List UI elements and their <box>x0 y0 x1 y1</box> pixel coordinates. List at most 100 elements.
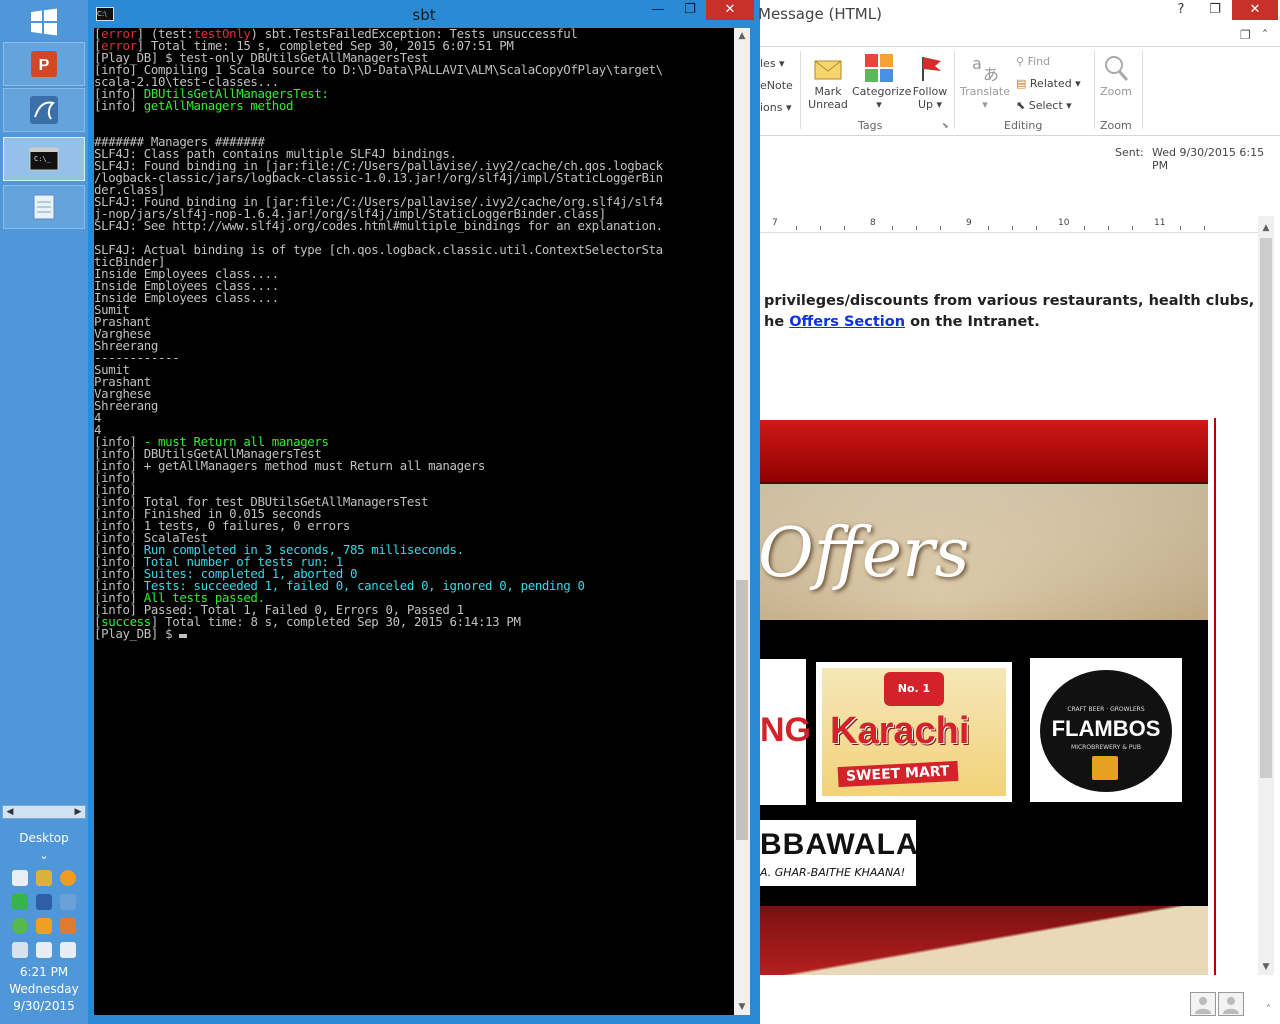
translate-button[interactable]: aあ Translate ▾ <box>958 53 1012 111</box>
clock-day[interactable]: Wednesday <box>0 981 88 998</box>
console-line: [info] getAllManagers method <box>94 98 294 113</box>
taskbar-scrollbar[interactable]: ◀ ▶ <box>2 805 86 819</box>
tray-flag-icon[interactable] <box>12 942 28 958</box>
console-scrollbar[interactable]: ▲ ▼ <box>734 28 750 1015</box>
tray-update-icon[interactable] <box>60 870 76 886</box>
people-pane-icon[interactable] <box>1218 992 1244 1016</box>
expand-pane-icon[interactable]: ˄ <box>1266 1004 1271 1015</box>
sbt-titlebar[interactable]: C:\ sbt — ❐ ✕ <box>88 0 760 28</box>
follow-up-label-1: Follow <box>912 85 948 98</box>
taskbar-mysql-icon[interactable] <box>3 88 85 132</box>
ruler[interactable]: 7 8 9 10 11 <box>760 216 1258 233</box>
console-line: [info] <box>94 470 137 485</box>
zoom-group-label: Zoom <box>1100 119 1132 132</box>
clock-time[interactable]: 6:21 PM <box>0 964 88 981</box>
ruler-tick <box>1204 226 1205 230</box>
tray-shield-icon[interactable] <box>36 870 52 886</box>
ruler-tick <box>796 226 797 230</box>
editing-group-label: Editing <box>1004 119 1043 132</box>
console-line: ------------ <box>94 350 180 365</box>
scrollbar-thumb[interactable] <box>736 580 748 840</box>
sent-label: Sent: <box>1115 146 1144 159</box>
console-line: Shreerang <box>94 338 158 353</box>
people-pane-icon[interactable] <box>1190 992 1216 1016</box>
outlook-titlebar[interactable]: Message (HTML) ? ❐ ✕ <box>758 0 1280 28</box>
ruler-tick <box>1108 226 1109 230</box>
help-button[interactable]: ? <box>1166 0 1196 20</box>
translate-icon: aあ <box>970 53 1000 84</box>
binoculars-icon: ⚲ <box>1016 55 1025 68</box>
ruler-tick <box>1036 226 1037 230</box>
ruler-number: 7 <box>772 218 778 228</box>
windows-start-icon[interactable] <box>28 6 60 38</box>
collapse-ribbon-icon[interactable]: ˄ <box>1262 28 1268 42</box>
find-button[interactable]: ⚲ Find <box>1016 55 1050 68</box>
close-button[interactable]: ✕ <box>1232 0 1278 20</box>
console-line: Varghese <box>94 326 151 341</box>
svg-text:P: P <box>39 57 50 74</box>
tray-chat-icon[interactable] <box>12 894 28 910</box>
select-label: Select <box>1028 99 1063 112</box>
flambos-sub: MICROBREWERY & PUB <box>1071 744 1141 751</box>
tray-network-monitor-icon[interactable] <box>60 894 76 910</box>
categorize-label: Categorize <box>852 85 912 98</box>
tray-app-icon[interactable] <box>12 870 28 886</box>
onenote-label: eNote <box>760 79 793 92</box>
close-button[interactable]: ✕ <box>706 0 754 20</box>
desktop-label[interactable]: Desktop <box>0 831 88 845</box>
zoom-button[interactable]: Zoom <box>1096 53 1136 98</box>
scroll-down-icon[interactable]: ▼ <box>1258 959 1274 975</box>
console-line: Shreerang <box>94 398 158 413</box>
flambos-top: CRAFT BEER · GROWLERS <box>1067 706 1145 713</box>
scroll-down-icon[interactable]: ▼ <box>734 999 750 1015</box>
scrollbar-thumb[interactable] <box>1260 238 1272 778</box>
dialog-launcher-icon[interactable]: ⬊ <box>942 121 949 130</box>
restore-down-icon[interactable]: ❐ <box>1240 28 1251 42</box>
tray-es-icon[interactable] <box>36 894 52 910</box>
ribbon: les ▾ eNote ions ▾ Mark Unread Categoriz… <box>760 46 1280 136</box>
chevron-down-icon[interactable]: ⌄ <box>0 849 88 862</box>
restore-button[interactable]: ❐ <box>1200 0 1230 20</box>
system-tray <box>12 870 82 958</box>
tray-app2-icon[interactable] <box>60 918 76 934</box>
categorize-button[interactable]: Categorize ▾ <box>852 53 912 111</box>
scroll-up-icon[interactable]: ▲ <box>734 28 750 44</box>
group-separator <box>1142 51 1143 129</box>
ruler-number: 11 <box>1154 218 1166 228</box>
translate-label: Translate <box>960 85 1010 98</box>
ruler-number: 10 <box>1058 218 1070 228</box>
select-button[interactable]: ⬉ Select ▾ <box>1016 99 1072 112</box>
offers-banner-image: Offers NG No. 1 Karachi SWEET MART CRAFT… <box>760 418 1216 975</box>
mark-unread-button[interactable]: Mark Unread <box>806 53 850 111</box>
taskbar-powerpoint-icon[interactable]: P <box>3 42 85 86</box>
follow-up-label-2: Up ▾ <box>917 98 943 111</box>
actions-button[interactable]: ions ▾ <box>760 101 792 114</box>
sent-value: Wed 9/30/2015 6:15 PM <box>1152 146 1265 172</box>
console-line: [info] + getAllManagers method must Retu… <box>94 458 486 473</box>
scroll-left-icon[interactable]: ◀ <box>3 806 17 818</box>
maximize-button[interactable]: ❐ <box>676 0 704 20</box>
ruler-tick <box>892 226 893 230</box>
offers-section-link[interactable]: Offers Section <box>789 314 905 330</box>
onenote-button[interactable]: eNote <box>760 79 793 92</box>
tray-volume-muted-icon[interactable] <box>60 942 76 958</box>
message-scrollbar[interactable]: ▲ ▼ <box>1258 216 1274 975</box>
console-output[interactable]: [error] (test:testOnly) sbt.TestsFailedE… <box>94 28 734 1015</box>
tray-sync-icon[interactable] <box>12 918 28 934</box>
tray-outlook-icon[interactable] <box>36 918 52 934</box>
taskbar-notepad-icon[interactable] <box>3 185 85 229</box>
taskbar: P C:\_ ◀ ▶ Desktop ⌄ 6:21 PM Wednesday 9… <box>0 0 88 1024</box>
follow-up-button[interactable]: Follow Up ▾ <box>908 53 952 111</box>
ruler-number: 8 <box>870 218 876 228</box>
scroll-up-icon[interactable]: ▲ <box>1258 220 1274 236</box>
taskbar-console-icon[interactable]: C:\_ <box>3 137 85 181</box>
rules-button[interactable]: les ▾ <box>760 57 785 70</box>
tray-network-icon[interactable] <box>36 942 52 958</box>
clock-date[interactable]: 9/30/2015 <box>0 998 88 1015</box>
scroll-right-icon[interactable]: ▶ <box>71 806 85 818</box>
tags-group-label: Tags <box>858 119 883 132</box>
related-button[interactable]: ▤ Related ▾ <box>1016 77 1081 90</box>
message-body[interactable]: privileges/discounts from various restau… <box>760 233 1258 975</box>
minimize-button[interactable]: — <box>644 0 672 20</box>
